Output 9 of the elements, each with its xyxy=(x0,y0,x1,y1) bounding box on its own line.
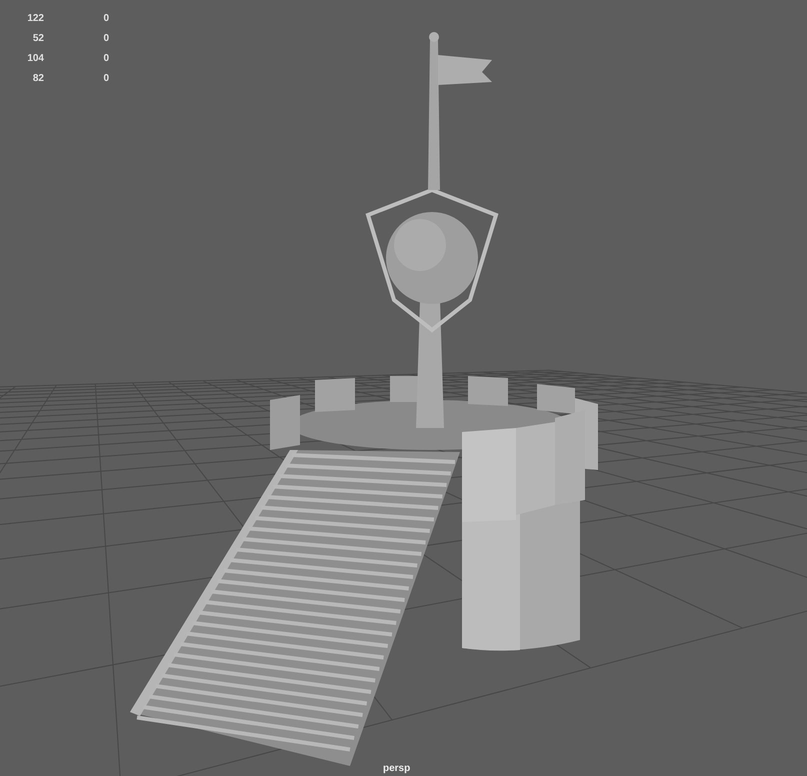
hud-value: 0 xyxy=(102,52,109,64)
hud-value: 0 xyxy=(102,32,109,44)
hud-value: 0 xyxy=(102,72,109,84)
hud-value: 52 xyxy=(32,32,44,44)
hud-value: 104 xyxy=(26,52,44,64)
hud-value: 122 xyxy=(26,12,44,24)
hud-value: 0 xyxy=(102,12,109,24)
camera-label: persp xyxy=(383,763,410,774)
hud-value: 82 xyxy=(32,72,44,84)
